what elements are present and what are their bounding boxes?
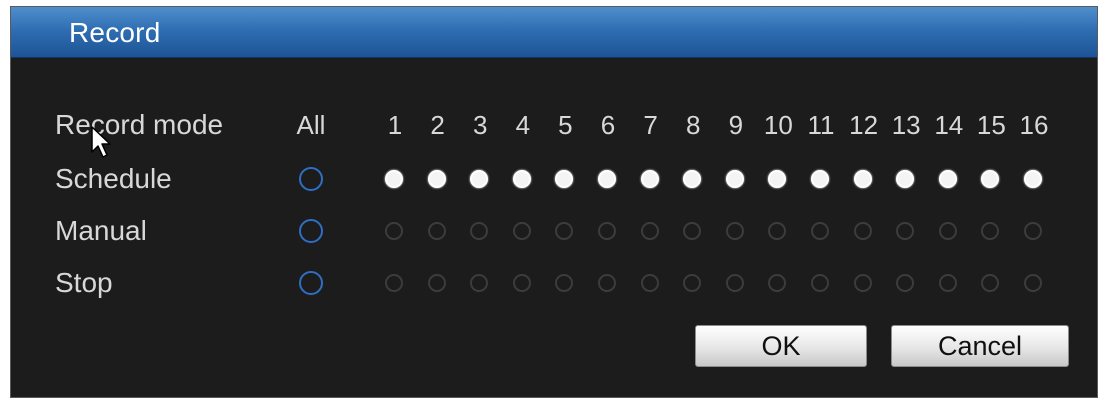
channel-header-8: 8 [685,110,701,140]
radio-manual-ch10[interactable] [768,222,787,240]
channel-header-1: 1 [387,110,403,140]
channel-header-2: 2 [430,110,445,140]
channel-header-13: 13 [891,110,921,140]
radio-schedule-ch13[interactable] [896,170,915,188]
channel-header-14: 14 [934,110,964,140]
mouse-pointer-icon [91,126,111,158]
radio-manual-ch7[interactable] [640,222,659,240]
radio-manual-ch13[interactable] [896,222,915,240]
radio-schedule-ch7[interactable] [640,170,659,188]
channel-header-5: 5 [558,110,573,140]
title-bar: Record [11,7,1097,58]
radio-schedule-ch8[interactable] [683,170,702,188]
radio-manual-ch8[interactable] [683,222,702,240]
radio-schedule-ch2[interactable] [427,170,446,188]
radio-manual-ch5[interactable] [555,222,574,240]
radio-schedule-ch16[interactable] [1024,170,1042,188]
record-mode-label: Record mode [55,109,224,140]
radio-manual-ch15[interactable] [981,222,1000,240]
radio-schedule-ch3[interactable] [470,170,489,188]
radio-stop-ch8[interactable] [683,274,702,292]
row-label-schedule: Schedule [55,163,172,194]
radio-stop-ch12[interactable] [853,274,872,292]
radio-manual-ch3[interactable] [470,222,489,240]
channel-header-12: 12 [849,110,879,140]
radio-manual-ch16[interactable] [1024,222,1042,240]
radio-manual-ch6[interactable] [598,222,616,240]
radio-stop-ch3[interactable] [470,274,489,292]
radio-schedule-ch1[interactable] [385,170,403,188]
dialog-title: Record [69,17,161,48]
radio-schedule-ch11[interactable] [811,170,829,188]
radio-schedule-all[interactable] [299,167,323,191]
radio-manual-ch4[interactable] [512,222,531,240]
channel-header-16: 16 [1019,110,1049,140]
row-label-manual: Manual [55,215,147,246]
radio-schedule-ch12[interactable] [853,170,872,188]
radio-stop-ch2[interactable] [427,274,446,292]
radio-stop-ch16[interactable] [1024,274,1042,292]
radio-manual-all[interactable] [299,219,323,243]
radio-manual-ch14[interactable] [938,222,957,240]
channel-header-11: 11 [807,110,835,140]
radio-stop-ch9[interactable] [725,274,744,292]
radio-stop-all[interactable] [299,271,323,295]
row-label-stop: Stop [55,267,113,298]
radio-manual-ch9[interactable] [725,222,744,240]
radio-stop-ch10[interactable] [768,274,787,292]
channel-header-3: 3 [472,110,488,140]
radio-schedule-ch5[interactable] [555,170,574,188]
radio-stop-ch7[interactable] [640,274,659,292]
all-column-header: All [296,110,326,140]
record-dialog: Record Record mode All 1 2 3 4 5 6 7 8 9 10 11 12 13 14… [10,6,1098,398]
cancel-button[interactable]: Cancel [891,325,1069,367]
radio-stop-ch6[interactable] [598,274,616,292]
radio-schedule-ch14[interactable] [938,170,957,188]
radio-stop-ch1[interactable] [385,274,403,292]
radio-schedule-ch15[interactable] [981,170,1000,188]
radio-manual-ch1[interactable] [385,222,403,240]
radio-stop-ch14[interactable] [938,274,957,292]
radio-manual-ch11[interactable] [811,222,829,240]
radio-manual-ch12[interactable] [853,222,872,240]
radio-stop-ch4[interactable] [512,274,531,292]
radio-stop-ch13[interactable] [896,274,915,292]
channel-header-4: 4 [515,110,531,140]
ok-button[interactable]: OK [695,325,867,367]
radio-schedule-ch6[interactable] [598,170,616,188]
radio-schedule-ch10[interactable] [768,170,787,188]
channel-header-15: 15 [976,110,1006,140]
radio-schedule-ch4[interactable] [512,170,531,188]
channel-header-9: 9 [728,110,744,140]
radio-stop-ch11[interactable] [811,274,829,292]
radio-stop-ch5[interactable] [555,274,574,292]
radio-manual-ch2[interactable] [427,222,446,240]
channel-header-10: 10 [763,110,793,140]
channel-header-7: 7 [643,110,658,140]
radio-schedule-ch9[interactable] [725,170,744,188]
radio-stop-ch15[interactable] [981,274,1000,292]
channel-header-6: 6 [600,110,616,140]
